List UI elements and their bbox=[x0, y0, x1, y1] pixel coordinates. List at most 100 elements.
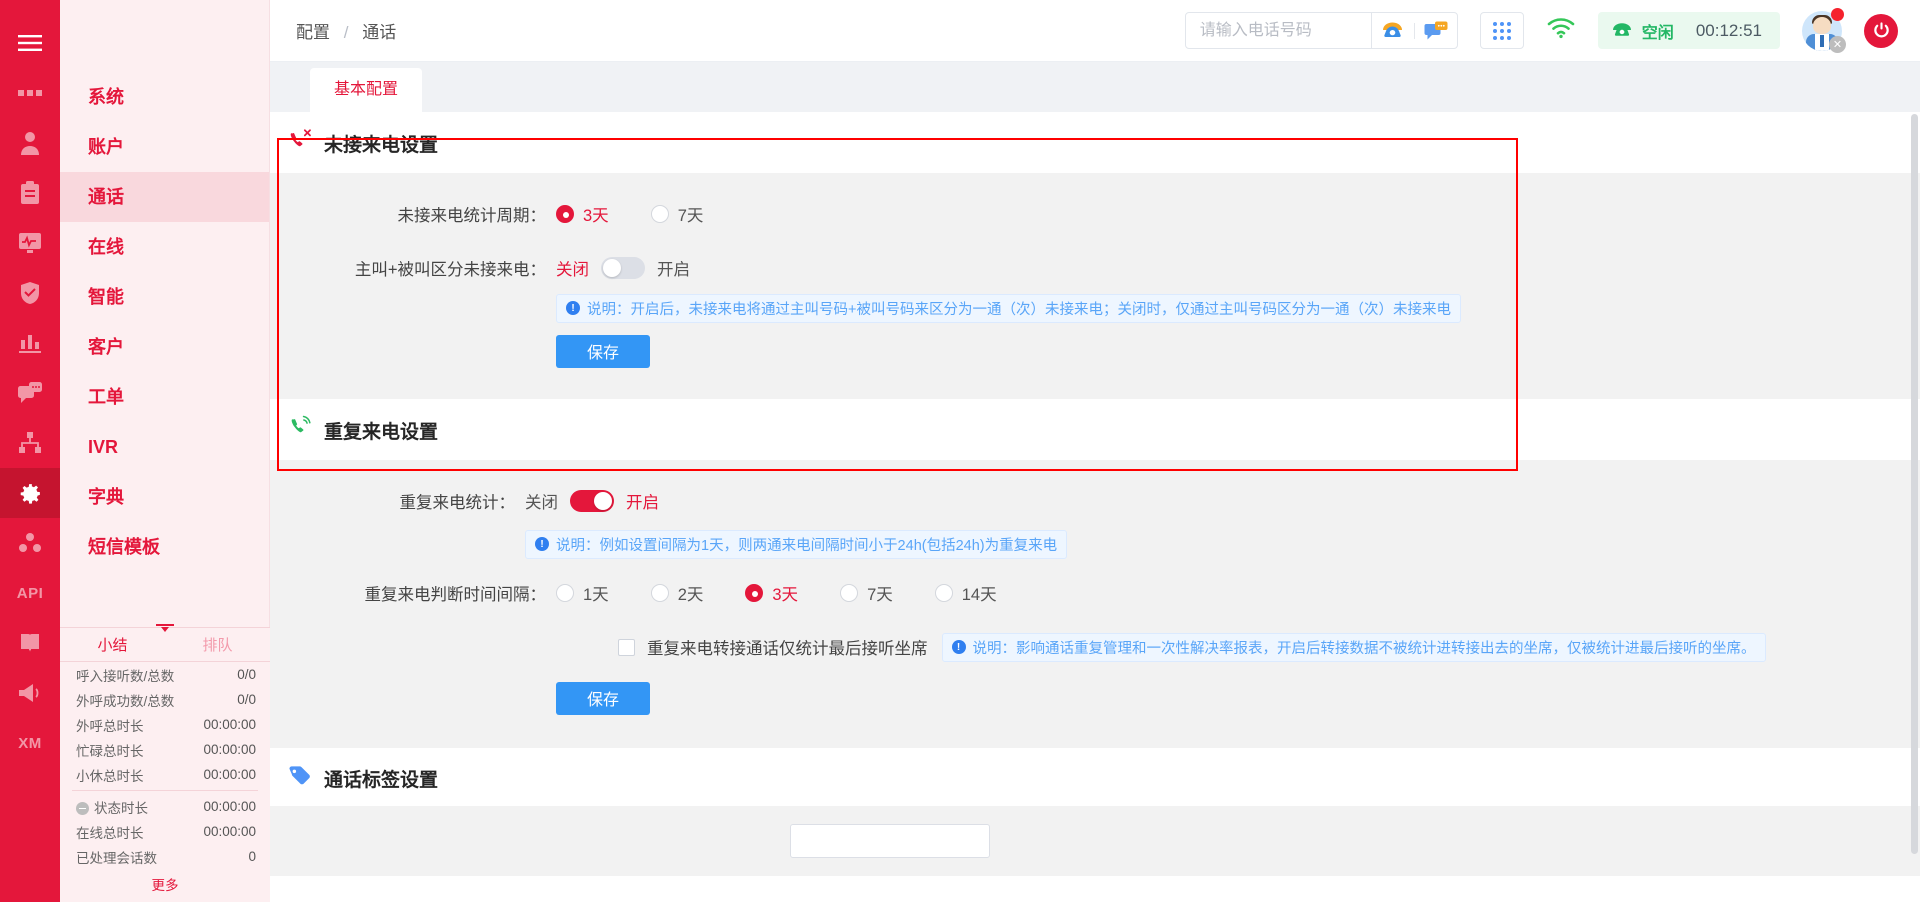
gear-icon[interactable] bbox=[0, 468, 60, 518]
panel-title: 重复来电设置 bbox=[324, 422, 439, 443]
main-column: 配置 / 通话 请输入电话号码 空闲 00:12:51 ✕ 基本配置 未接来电设… bbox=[270, 0, 1920, 902]
monitor-icon[interactable] bbox=[0, 218, 60, 268]
stat-value: 00:00:00 bbox=[203, 717, 256, 732]
radio-indicator bbox=[745, 584, 764, 602]
dialer-buttons bbox=[1370, 13, 1457, 48]
form-row-period: 未接来电统计周期： 3天 7天 bbox=[270, 191, 1920, 237]
stat-row: 状态时长 00:00:00 bbox=[60, 794, 270, 819]
radio-group-repeat-interval: 1天 2天 3天 7天 14天 bbox=[556, 581, 1039, 605]
stat-value: 0/0 bbox=[237, 667, 256, 682]
panel-title: 通话标签设置 bbox=[324, 769, 439, 791]
sidebar-item-account[interactable]: 账户 bbox=[60, 122, 269, 172]
message-icon[interactable] bbox=[1415, 21, 1457, 41]
radio-repeat-7days[interactable]: 7天 bbox=[840, 581, 893, 605]
field-label: 重复来电判断时间间隔： bbox=[364, 586, 547, 604]
toggle-repeat-call-stat[interactable] bbox=[570, 490, 614, 512]
sidebar-item-customer[interactable]: 客户 bbox=[60, 322, 269, 372]
toggle-on-label: 开启 bbox=[626, 494, 659, 512]
radio-repeat-2days[interactable]: 2天 bbox=[650, 581, 704, 605]
radio-label: 3天 bbox=[772, 586, 799, 604]
panel-body: 未接来电统计周期： 3天 7天 主叫+被叫区分未接来电： 关闭 开启 ! 说明：… bbox=[270, 173, 1920, 399]
stat-label: 外呼成功数/总数 bbox=[76, 693, 175, 709]
field-label: 未接来电统计周期： bbox=[397, 207, 547, 225]
hint-transfer-stat: ! 说明：影响通话重复管理和一次性解决率报表，开启后转接数据不被统计进转接出去的… bbox=[941, 632, 1766, 662]
stat-row: 忙碌总时长 00:00:00 bbox=[60, 737, 270, 762]
radio-repeat-3days[interactable]: 3天 bbox=[745, 581, 798, 605]
stat-label: 已处理会话数 bbox=[76, 850, 157, 866]
wifi-icon[interactable] bbox=[1546, 17, 1576, 44]
stats-tabs: 小结 排队 bbox=[60, 624, 270, 662]
breadcrumb: 配置 / 通话 bbox=[296, 18, 396, 43]
phone-number-input[interactable] bbox=[1185, 13, 1371, 48]
avatar[interactable]: ✕ bbox=[1802, 7, 1846, 53]
sidebar-item-ticket[interactable]: 工单 bbox=[60, 372, 269, 422]
radio-repeat-14days[interactable]: 14天 bbox=[934, 581, 997, 605]
stat-label: 忙碌总时长 bbox=[76, 743, 144, 759]
pause-status-icon bbox=[76, 801, 89, 815]
sidebar-item-sms-template[interactable]: 短信模板 bbox=[60, 522, 269, 572]
telephone-icon[interactable] bbox=[1372, 21, 1414, 40]
sidebar-item-online[interactable]: 在线 bbox=[60, 222, 269, 272]
stat-label: 呼入接听数/总数 bbox=[76, 668, 175, 684]
status-badge[interactable]: 空闲 00:12:51 bbox=[1597, 12, 1780, 49]
dashboard-icon[interactable] bbox=[0, 68, 60, 118]
scroll-container[interactable]: 未接来电设置 未接来电统计周期： 3天 7天 主叫+被叫区分未接来电： 关闭 开… bbox=[270, 112, 1920, 902]
power-icon[interactable] bbox=[1864, 13, 1898, 48]
checkbox-transfer-last-agent[interactable] bbox=[618, 638, 635, 656]
sidebar-item-call[interactable]: 通话 bbox=[60, 172, 269, 222]
chat-bubbles-icon[interactable] bbox=[0, 368, 60, 418]
toggle-off-label: 关闭 bbox=[525, 494, 558, 512]
vertical-scrollbar[interactable] bbox=[1911, 114, 1918, 854]
shield-check-icon[interactable] bbox=[0, 268, 60, 318]
clipboard-icon[interactable] bbox=[0, 168, 60, 218]
tab-queue[interactable]: 排队 bbox=[165, 634, 270, 655]
field-label: 重复来电统计： bbox=[399, 494, 516, 512]
bar-chart-icon[interactable] bbox=[0, 318, 60, 368]
content-area: 未接来电设置 未接来电统计周期： 3天 7天 主叫+被叫区分未接来电： 关闭 开… bbox=[270, 112, 1920, 902]
molecule-icon[interactable] bbox=[0, 518, 60, 568]
megaphone-icon[interactable] bbox=[0, 668, 60, 718]
phone-idle-icon bbox=[1612, 23, 1631, 36]
show-more-button[interactable]: 更多 bbox=[60, 869, 270, 898]
save-button-missed[interactable]: 保存 bbox=[556, 334, 650, 368]
breadcrumb-separator: / bbox=[343, 23, 349, 42]
xm-icon[interactable]: XM bbox=[0, 718, 60, 768]
stat-value: 00:00:00 bbox=[203, 767, 256, 782]
hint-text: 说明：开启后，未接来电将通过主叫号码+被叫号码来区分为一通（次）未接来电；关闭时… bbox=[587, 301, 1451, 318]
sidebar-item-intelligent[interactable]: 智能 bbox=[60, 272, 269, 322]
breadcrumb-root[interactable]: 配置 bbox=[296, 23, 330, 42]
stat-label: 小休总时长 bbox=[76, 768, 144, 784]
panel-header: 通话标签设置 bbox=[270, 748, 1920, 806]
toggle-distinguish-missed-call[interactable] bbox=[601, 257, 645, 279]
sidebar-item-dictionary[interactable]: 字典 bbox=[60, 472, 269, 522]
tab-basic-config[interactable]: 基本配置 bbox=[310, 68, 423, 112]
hint-repeat-interval: ! 说明：例如设置间隔为1天，则两通来电间隔时间小于24h(包括24h)为重复来… bbox=[525, 529, 1068, 559]
collapse-caret-icon[interactable] bbox=[156, 624, 174, 632]
menu-toggle-icon[interactable] bbox=[0, 18, 60, 68]
app-root: API XM 系统 账户 通话 在线 智能 客户 工单 IVR 字典 短信模板 … bbox=[0, 0, 1920, 902]
save-button-repeat[interactable]: 保存 bbox=[556, 681, 650, 715]
tab-summary[interactable]: 小结 bbox=[60, 634, 165, 655]
keypad-grid-icon[interactable] bbox=[1479, 12, 1524, 49]
stat-label: 外呼总时长 bbox=[76, 718, 144, 734]
sitemap-icon[interactable] bbox=[0, 418, 60, 468]
stat-row: 外呼总时长 00:00:00 bbox=[60, 712, 270, 737]
hint-text: 说明：影响通话重复管理和一次性解决率报表，开启后转接数据不被统计进转接出去的坐席… bbox=[972, 640, 1756, 657]
hint-missed-call: ! 说明：开启后，未接来电将通过主叫号码+被叫号码来区分为一通（次）未接来电；关… bbox=[556, 293, 1461, 323]
radio-repeat-1day[interactable]: 1天 bbox=[556, 581, 609, 605]
toggle-off-label: 关闭 bbox=[556, 261, 589, 279]
radio-missed-3days[interactable]: 3天 bbox=[556, 202, 609, 226]
radio-label: 14天 bbox=[961, 586, 997, 604]
user-icon[interactable] bbox=[0, 118, 60, 168]
panel-body: 重复来电统计： 关闭 开启 ! 说明：例如设置间隔为1天，则两通来电间隔时间小于… bbox=[270, 460, 1920, 748]
api-icon[interactable]: API bbox=[0, 568, 60, 618]
sidebar-item-ivr[interactable]: IVR bbox=[60, 422, 269, 472]
radio-missed-7days[interactable]: 7天 bbox=[650, 202, 703, 226]
book-icon[interactable] bbox=[0, 618, 60, 668]
missed-call-settings-panel: 未接来电设置 未接来电统计周期： 3天 7天 主叫+被叫区分未接来电： 关闭 开… bbox=[270, 112, 1920, 399]
tag-input-placeholder[interactable] bbox=[790, 824, 990, 858]
radio-indicator bbox=[556, 205, 574, 223]
form-row-hint1: ! 说明：例如设置间隔为1天，则两通来电间隔时间小于24h(包括24h)为重复来… bbox=[270, 524, 1920, 564]
radio-label: 2天 bbox=[677, 586, 704, 604]
sidebar-item-system[interactable]: 系统 bbox=[60, 72, 269, 122]
